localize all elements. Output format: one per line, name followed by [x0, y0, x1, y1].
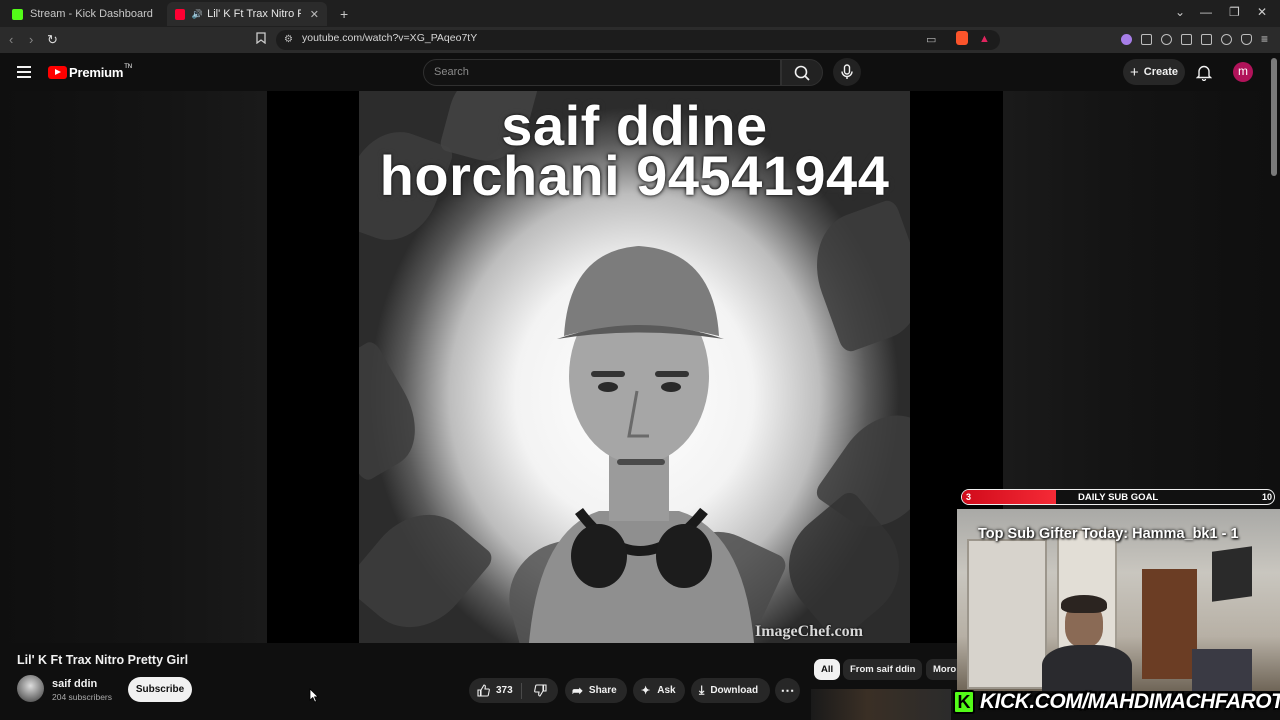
ambient-glow-left — [0, 91, 267, 643]
sparkle-icon: ✦ — [641, 685, 651, 697]
sidebar-icon[interactable] — [1181, 34, 1192, 45]
music-icon[interactable] — [1161, 34, 1172, 45]
streamer-hair — [1061, 595, 1107, 613]
search-icon — [794, 65, 810, 81]
sub-goal-label: DAILY SUB GOAL — [1078, 492, 1159, 503]
new-tab-button[interactable]: + — [332, 2, 356, 26]
thumbs-up-icon — [477, 684, 490, 697]
video-overlay-text-line2: horchani 94541944 — [379, 144, 890, 207]
leaf-decoration — [359, 339, 434, 483]
chair — [1192, 649, 1252, 691]
speaker-icon: 🔊 — [191, 8, 204, 19]
country-code: TN — [124, 63, 132, 70]
share-label: Share — [588, 685, 617, 696]
site-settings-icon[interactable]: ⚙ — [284, 34, 293, 45]
page-scrollbar[interactable] — [1271, 58, 1277, 176]
mouse-cursor-icon — [309, 688, 319, 703]
door — [1142, 569, 1197, 679]
create-button[interactable]: + Create — [1123, 59, 1185, 85]
ask-label: Ask — [657, 685, 676, 696]
more-actions-button[interactable]: ⋯ — [775, 678, 800, 703]
like-count: 373 — [496, 685, 513, 696]
tab-list-chevron-icon[interactable]: ⌄ — [1175, 5, 1185, 19]
channel-avatar[interactable] — [17, 675, 44, 702]
subscribe-button[interactable]: Subscribe — [128, 677, 192, 702]
chip-from-channel[interactable]: From saif ddin — [843, 659, 923, 680]
kick-channel-banner: KICK.COM/MAHDIMACHFAROTB — [980, 690, 1280, 713]
dislike-button[interactable] — [522, 684, 547, 697]
bookmark-icon[interactable] — [256, 32, 266, 47]
share-button[interactable]: ➦ Share — [565, 678, 627, 703]
search-input[interactable] — [423, 59, 781, 86]
download-button[interactable]: ⤓ Download — [691, 678, 770, 703]
brave-rewards-icon[interactable]: ▲ — [979, 33, 990, 45]
search-placeholder: Search — [434, 66, 469, 78]
browser-tab-label: Stream - Kick Dashboard — [30, 8, 153, 20]
vpn-shield-icon[interactable] — [1241, 34, 1252, 45]
top-sub-gifter-text: Top Sub Gifter Today: Hamma_bk1 - 1 — [978, 526, 1239, 542]
subscriber-count: 204 subscribers — [52, 692, 113, 702]
thumbs-down-icon — [534, 684, 547, 697]
browser-toolbar: ‹ › ↻ ⚙ ▭ ▲ — [0, 27, 1280, 53]
sub-goal-target: 10 — [1262, 492, 1273, 502]
browser-tab-label: Lil' K Ft Trax Nitro Pretty Girl — [207, 8, 301, 20]
recommended-video-thumbnail[interactable] — [811, 689, 951, 720]
guide-menu-icon[interactable] — [17, 66, 31, 78]
puzzle-extensions-icon[interactable] — [1141, 34, 1152, 45]
chip-all[interactable]: All — [814, 659, 841, 680]
like-dislike-pill: 373 — [469, 678, 558, 703]
brand-label: Premium — [69, 65, 124, 80]
share-icon: ➦ — [572, 682, 583, 698]
create-label: Create — [1143, 66, 1178, 78]
like-button[interactable]: 373 — [469, 684, 521, 697]
kick-favicon-icon — [12, 8, 23, 20]
portrait-figure — [529, 246, 754, 643]
youtube-premium-wordmark[interactable]: PremiumTN — [69, 63, 132, 80]
maximize-icon[interactable]: ❐ — [1229, 5, 1240, 19]
wall-monitor — [1212, 546, 1252, 602]
microphone-icon — [841, 64, 853, 79]
kick-logo-icon: K — [953, 690, 975, 714]
ask-button[interactable]: ✦ Ask — [633, 678, 685, 703]
minimize-icon[interactable]: — — [1200, 5, 1212, 19]
voice-search-button[interactable] — [833, 58, 861, 86]
youtube-logo-icon[interactable] — [48, 66, 67, 79]
notifications-bell-icon[interactable] — [1196, 64, 1212, 81]
leo-ai-icon[interactable] — [1221, 34, 1232, 45]
search-button[interactable] — [781, 59, 823, 86]
leaf-decoration — [359, 492, 496, 643]
browser-tab-strip: Stream - Kick Dashboard 🔊 Lil' K Ft Trax… — [0, 0, 1280, 27]
reload-icon[interactable]: ↻ — [47, 32, 58, 48]
close-tab-icon[interactable]: ✕ — [310, 8, 319, 21]
download-label: Download — [710, 685, 759, 696]
more-horizontal-icon: ⋯ — [780, 682, 795, 698]
wardrobe — [967, 539, 1047, 689]
extension-icon[interactable] — [1121, 34, 1132, 45]
sub-goal-fill — [962, 490, 1056, 504]
url-text: youtube.com/watch?v=XG_PAqeo7tY — [302, 32, 478, 44]
wallet-icon[interactable] — [1201, 34, 1212, 45]
forward-icon[interactable]: › — [29, 32, 33, 47]
plus-icon: + — [1129, 63, 1139, 81]
channel-name[interactable]: saif ddin — [52, 678, 97, 690]
download-icon: ⤓ — [699, 683, 705, 697]
browser-tab-kick-dashboard[interactable]: Stream - Kick Dashboard — [4, 2, 166, 26]
window-close-icon[interactable]: ✕ — [1257, 5, 1267, 19]
browser-menu-icon[interactable]: ≡ — [1261, 32, 1268, 46]
sub-goal-current: 3 — [966, 492, 972, 502]
video-frame[interactable]: saif ddine horchani 94541944 ImageChef.c… — [359, 91, 910, 643]
account-avatar[interactable]: m — [1233, 62, 1253, 82]
back-icon[interactable]: ‹ — [9, 32, 13, 47]
cast-icon[interactable]: ▭ — [926, 33, 936, 46]
video-title: Lil' K Ft Trax Nitro Pretty Girl — [17, 653, 189, 667]
streamer-body — [1042, 645, 1132, 691]
youtube-favicon-icon — [175, 8, 185, 20]
brave-shield-icon[interactable] — [956, 31, 968, 45]
leaf-decoration — [799, 197, 910, 355]
imagechef-watermark: ImageChef.com — [755, 623, 863, 640]
browser-tab-youtube[interactable]: 🔊 Lil' K Ft Trax Nitro Pretty Girl ✕ — [167, 2, 327, 26]
